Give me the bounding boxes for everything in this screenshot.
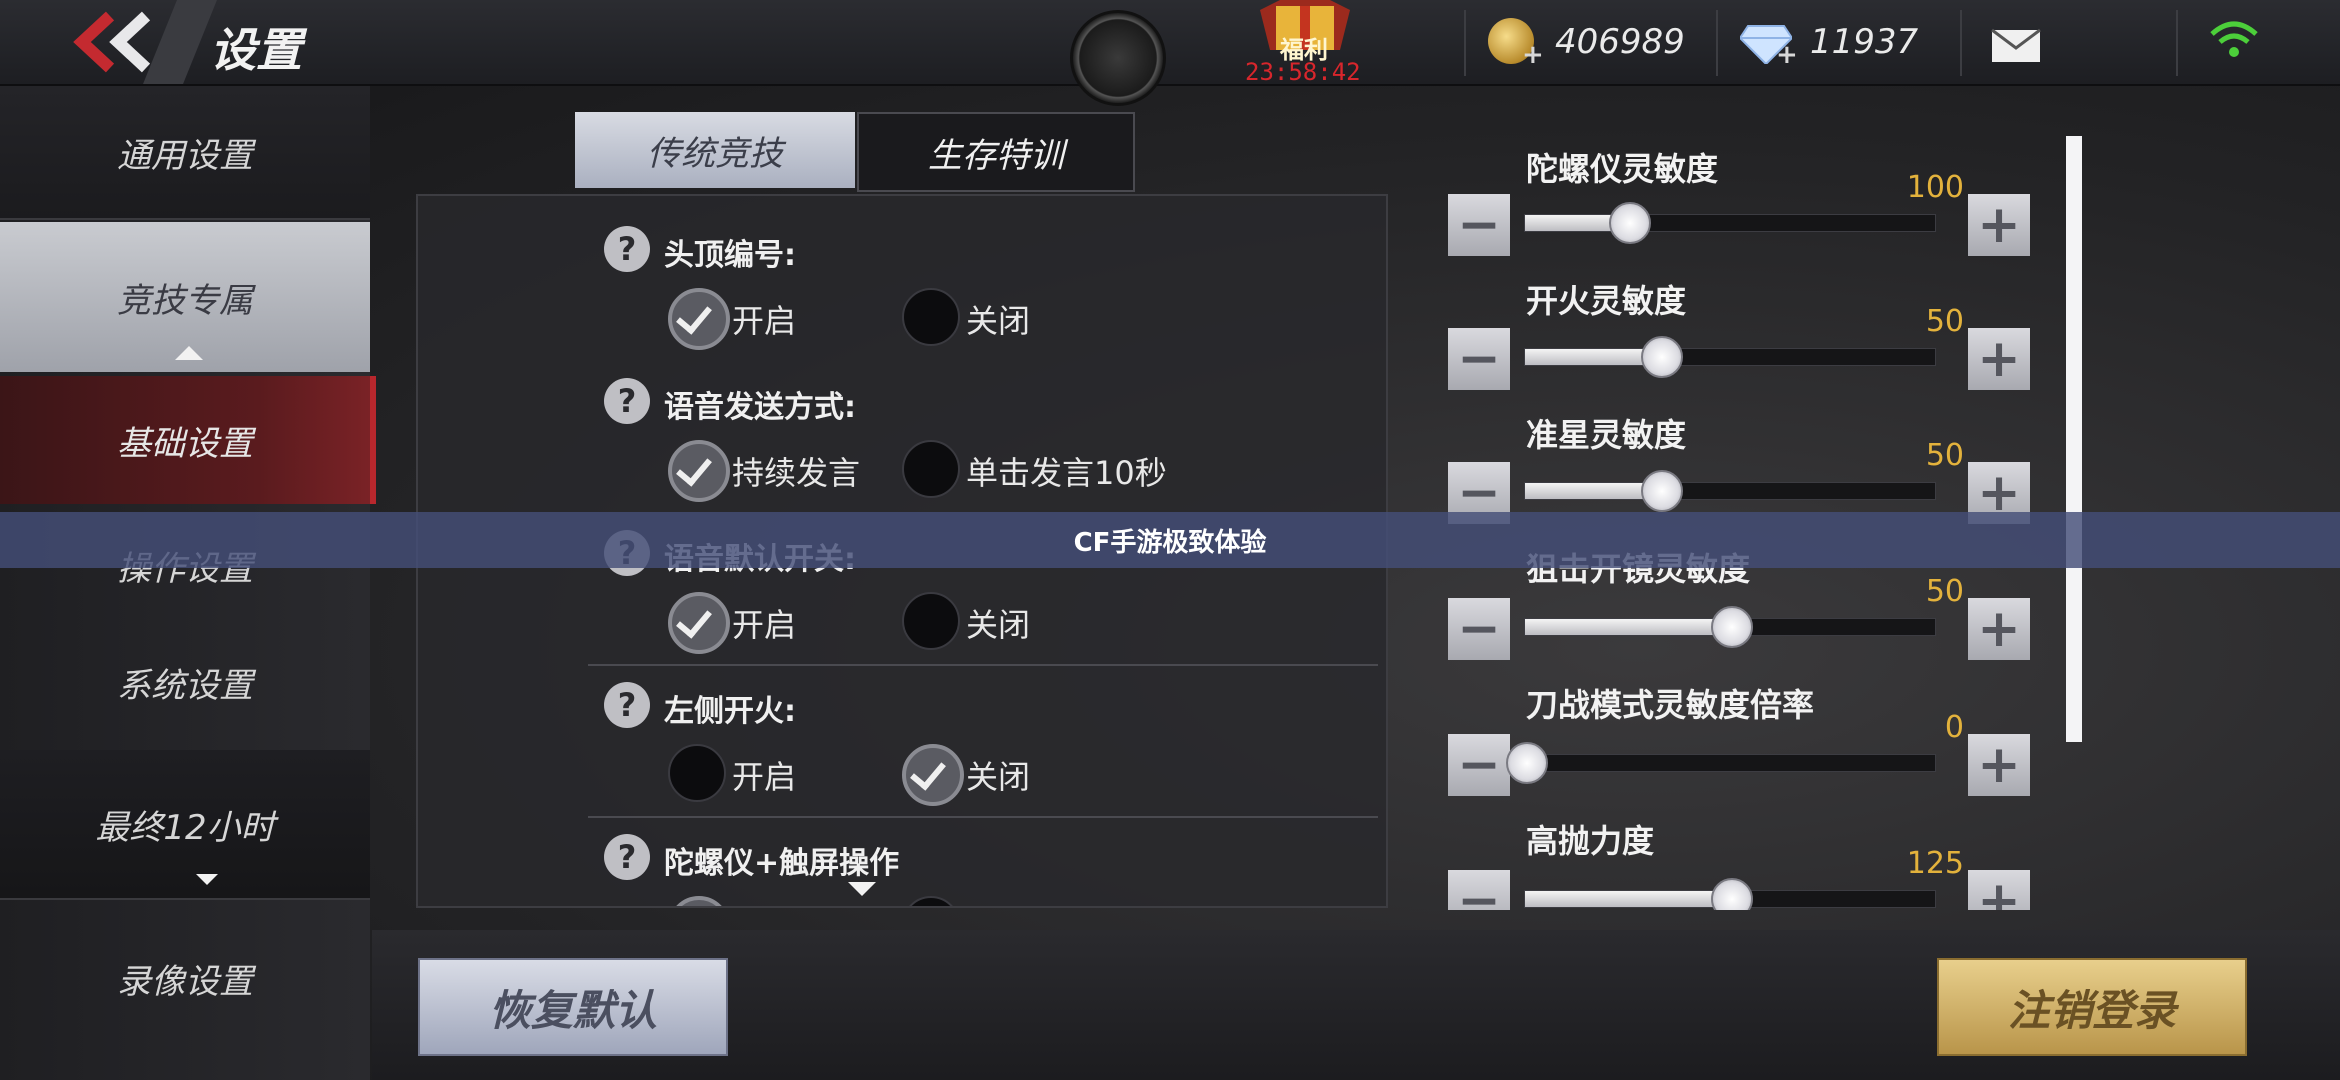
option-choice: 关闭: [966, 302, 1031, 340]
option-choice: 单击发言10秒: [966, 454, 1167, 492]
sensitivity-value: 0: [1944, 710, 1964, 745]
radio-on[interactable]: [668, 288, 730, 350]
radio-off[interactable]: [902, 440, 960, 498]
divider: [588, 816, 1378, 818]
radio-off[interactable]: [902, 896, 960, 906]
slider-knob[interactable]: [1641, 336, 1684, 378]
slider-track[interactable]: [1524, 202, 1936, 244]
sensitivity-value: 100: [1906, 170, 1964, 205]
option-title: 语音发送方式:: [664, 390, 856, 425]
back-button[interactable]: [60, 10, 170, 74]
slider-fill: [1525, 619, 1730, 635]
option-title: 左侧开火:: [664, 694, 796, 729]
sensitivity-value: 50: [1925, 438, 1964, 473]
radio-off[interactable]: [902, 288, 960, 346]
slider-fill: [1525, 349, 1661, 365]
help-icon[interactable]: ?: [604, 226, 650, 272]
collapse-arrow-icon[interactable]: [175, 346, 203, 360]
help-icon[interactable]: ?: [604, 378, 650, 424]
tab-traditional[interactable]: 传统竞技: [575, 112, 855, 188]
joystick-dial-icon[interactable]: [1070, 10, 1166, 106]
radio-on[interactable]: [668, 896, 730, 906]
sensitivity-label: 高抛力度: [1526, 822, 1655, 860]
divider: [2176, 10, 2178, 76]
decrease-button[interactable]: −: [1448, 328, 1510, 390]
option-choice: 开启: [732, 758, 797, 796]
divider: [1464, 10, 1466, 76]
sensitivity-value: 125: [1906, 846, 1964, 881]
slider-track[interactable]: [1524, 336, 1936, 378]
check-icon: [676, 601, 712, 639]
tab-survival[interactable]: 生存特训: [857, 112, 1135, 192]
divider: [588, 664, 1378, 666]
sensitivity-value: 50: [1925, 304, 1964, 339]
sensitivity-label: 准星灵敏度: [1526, 416, 1687, 454]
top-bar: [0, 0, 2340, 86]
option-title: 陀螺仪+触屏操作: [664, 846, 900, 881]
sensitivity-label: 刀战模式灵敏度倍率: [1526, 686, 1815, 724]
option-choice: 开启: [732, 606, 797, 644]
decrease-button[interactable]: −: [1448, 194, 1510, 256]
decrease-button[interactable]: −: [1448, 734, 1510, 796]
radio-on[interactable]: [668, 440, 730, 502]
slider-knob[interactable]: [1711, 606, 1753, 648]
slider-knob[interactable]: [1608, 202, 1651, 244]
double-chevron-left-icon: [73, 11, 151, 73]
scroll-down-arrow-icon[interactable]: [848, 882, 876, 896]
sidebar-item-system[interactable]: 系统设置: [0, 632, 370, 732]
slider-knob[interactable]: [1506, 742, 1548, 784]
scrollbar[interactable]: [2066, 136, 2082, 742]
sidebar-item-basic[interactable]: 基础设置: [0, 376, 376, 504]
decrease-button[interactable]: −: [1448, 870, 1510, 910]
sensitivity-label: 开火灵敏度: [1526, 282, 1687, 320]
radio-on[interactable]: [902, 744, 964, 806]
radio-off[interactable]: [668, 744, 726, 802]
decrease-button[interactable]: −: [1448, 598, 1510, 660]
slider-track[interactable]: [1524, 470, 1936, 512]
slider-track[interactable]: [1524, 606, 1936, 648]
check-icon: [910, 753, 946, 791]
increase-button[interactable]: +: [1968, 734, 2030, 796]
radio-on[interactable]: [668, 592, 730, 654]
option-title: 头顶编号:: [664, 238, 796, 273]
add-gold-icon[interactable]: +: [1522, 40, 1544, 70]
help-icon[interactable]: ?: [604, 682, 650, 728]
slider-track[interactable]: [1524, 878, 1936, 910]
increase-button[interactable]: +: [1968, 870, 2030, 910]
option-choice: 关闭: [966, 758, 1031, 796]
welfare-timer: 23:58:42: [1245, 58, 1361, 86]
reset-default-button[interactable]: 恢复默认: [418, 958, 728, 1056]
option-choice: 关闭: [966, 606, 1031, 644]
slider-fill: [1525, 483, 1661, 499]
divider: [1960, 10, 1962, 76]
increase-button[interactable]: +: [1968, 598, 2030, 660]
page-title: 设置: [210, 23, 302, 77]
radio-off[interactable]: [902, 592, 960, 650]
increase-button[interactable]: +: [1968, 328, 2030, 390]
mail-icon[interactable]: [1990, 28, 2042, 64]
check-icon: [676, 297, 712, 335]
slider-track[interactable]: [1506, 742, 1936, 784]
wifi-icon: [2208, 20, 2260, 60]
sensitivity-label: 陀螺仪灵敏度: [1526, 150, 1719, 188]
divider: [1716, 10, 1718, 76]
gold-amount: 406989: [1555, 22, 1685, 62]
option-choice: 持续发言: [732, 454, 861, 492]
logout-button[interactable]: 注销登录: [1937, 958, 2247, 1056]
sidebar-item-replay[interactable]: 录像设置: [0, 898, 370, 1056]
slider-knob[interactable]: [1711, 878, 1753, 910]
expand-arrow-icon[interactable]: [196, 874, 218, 885]
sidebar-item-final12h[interactable]: 最终12小时: [0, 750, 370, 898]
sensitivity-value: 50: [1925, 574, 1964, 609]
banner-caption: CF手游极致体验: [0, 512, 2340, 568]
slider-knob[interactable]: [1641, 470, 1684, 512]
increase-button[interactable]: +: [1968, 194, 2030, 256]
help-icon[interactable]: ?: [604, 834, 650, 880]
add-diamond-icon[interactable]: +: [1776, 40, 1798, 70]
sidebar-item-general[interactable]: 通用设置: [0, 86, 370, 220]
check-icon: [676, 449, 712, 487]
slider-fill: [1525, 891, 1730, 907]
option-choice: 开启: [732, 302, 797, 340]
diamond-amount: 11937: [1810, 22, 1919, 62]
